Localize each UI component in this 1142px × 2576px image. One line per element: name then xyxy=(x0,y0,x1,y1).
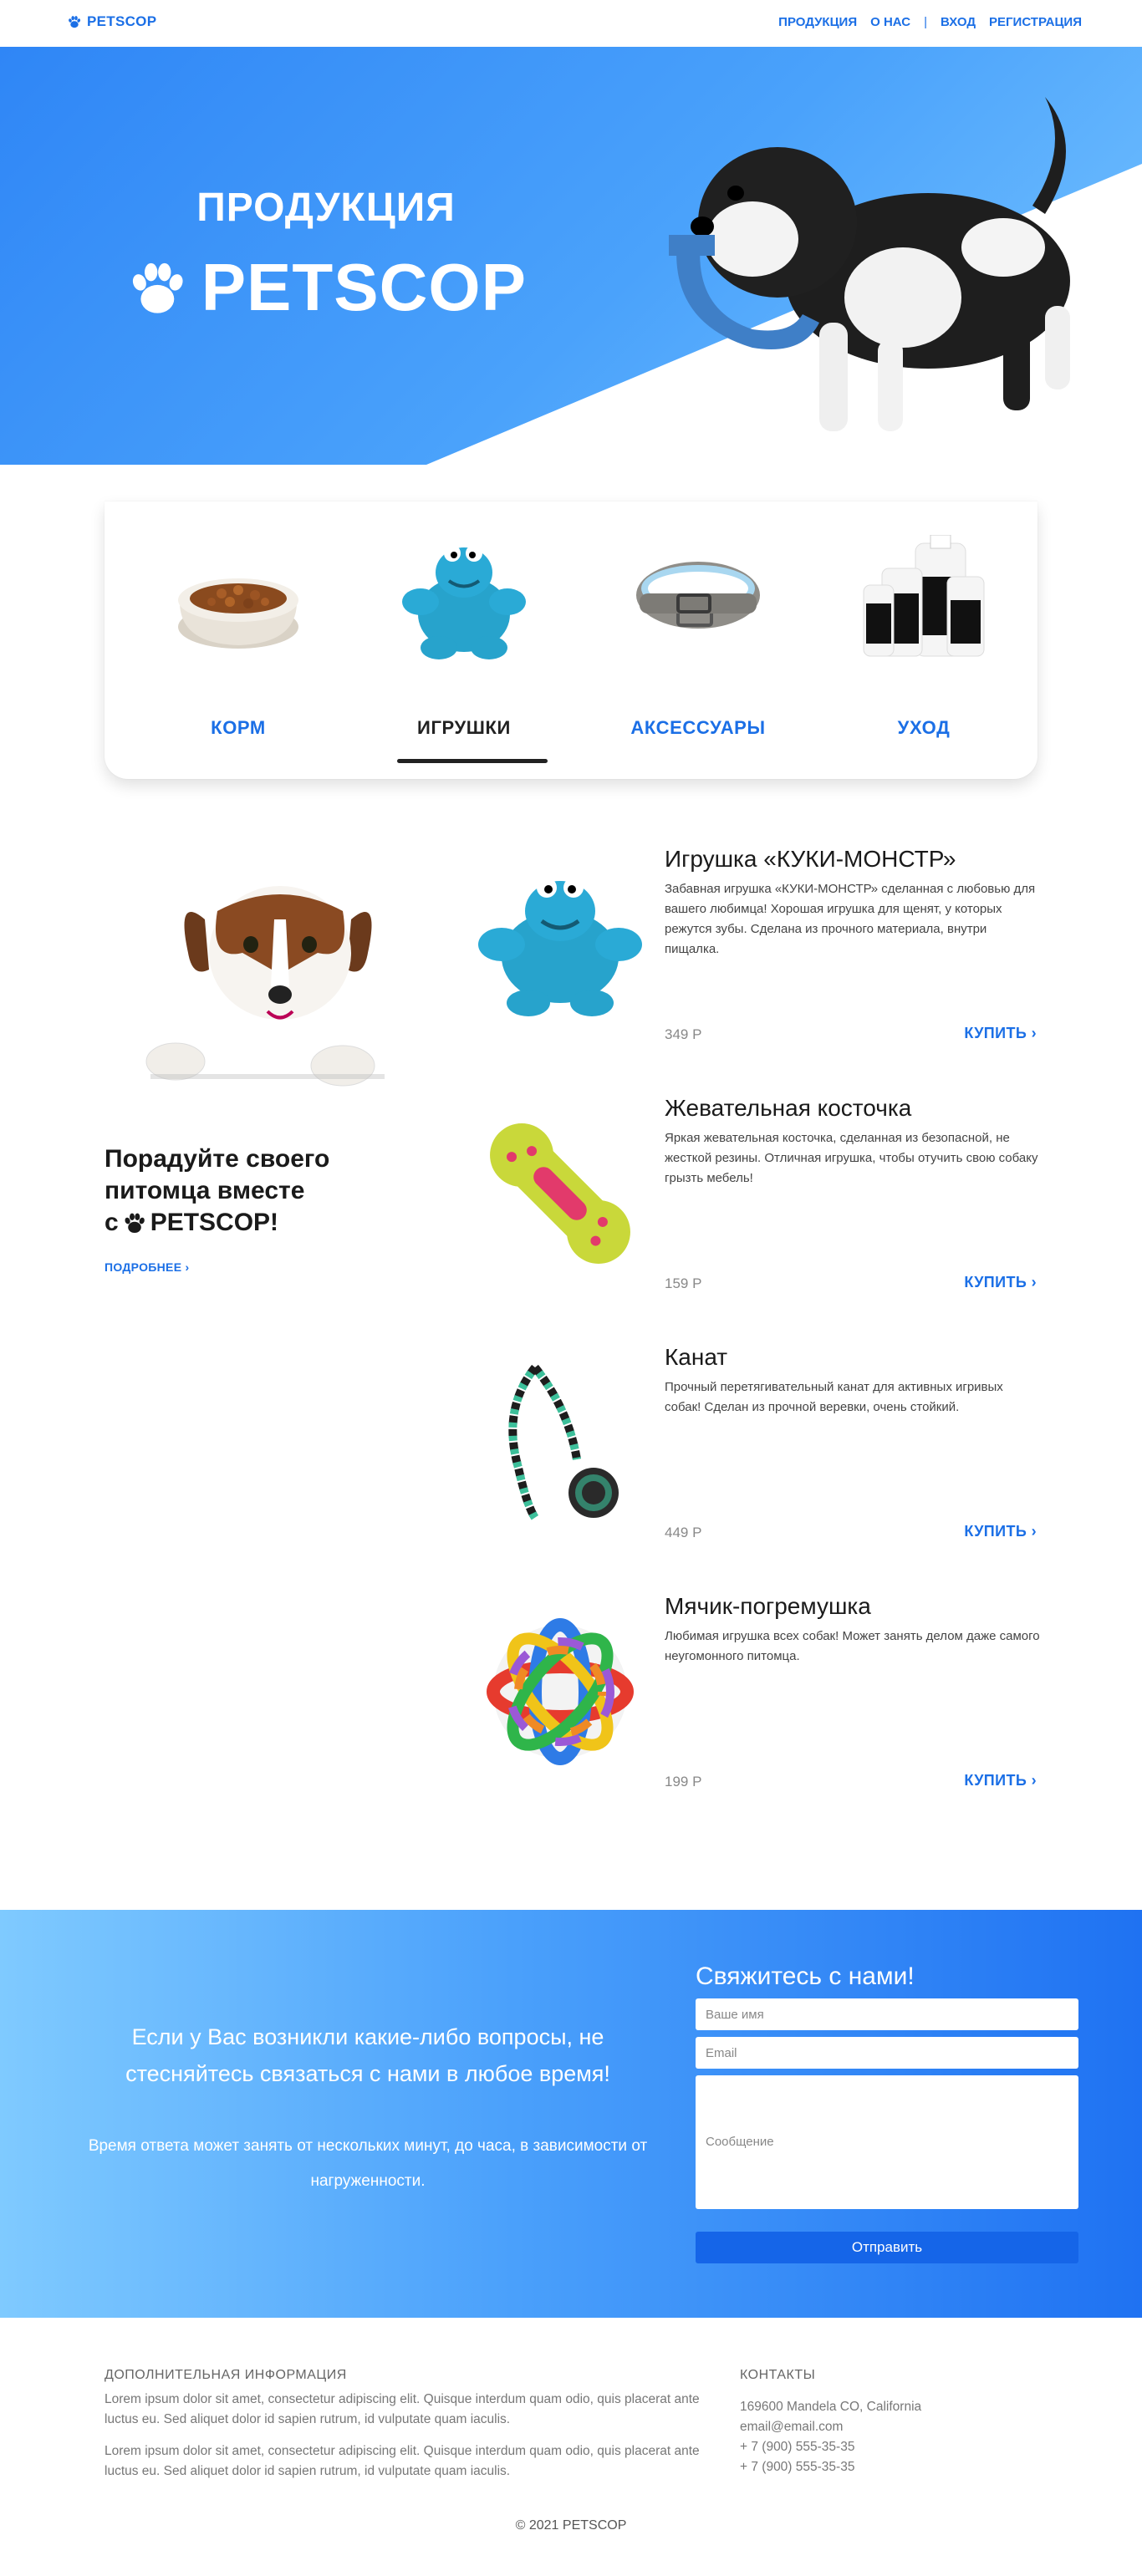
category-care[interactable]: УХОД xyxy=(832,535,1016,738)
shampoo-bottles-image xyxy=(863,535,985,657)
cookie-monster-toy-image xyxy=(402,545,526,659)
product-description: Прочный перетягивательный канат для акти… xyxy=(665,1380,1003,1414)
buy-button[interactable]: КУПИТЬ › xyxy=(964,1523,1037,1540)
rope-toy-image xyxy=(508,1364,619,1520)
product-price: 159 Р xyxy=(665,1275,702,1291)
category-toys[interactable]: ИГРУШКИ xyxy=(372,535,556,763)
send-button[interactable]: Отправить xyxy=(696,2232,1078,2263)
navbar: PETSCOP ПРОДУКЦИЯ О НАС | ВХОД РЕГИСТРАЦ… xyxy=(0,0,1142,47)
product-card: Игрушка «КУКИ-МОНСТР» Забавная игрушка «… xyxy=(477,844,1045,1053)
promo-title-brand: PETSCOP! xyxy=(150,1209,279,1236)
promo-title-prefix: с xyxy=(105,1209,119,1236)
contact-phone[interactable]: + 7 (900) 555-35-35 xyxy=(740,2457,921,2477)
promo-title-line3: с PETSCOP! xyxy=(105,1207,278,1239)
product-description: Забавная игрушка «КУКИ-МОНСТР» сделанная… xyxy=(665,882,1036,956)
active-category-underline xyxy=(397,759,548,763)
category-label: ИГРУШКИ xyxy=(417,717,511,738)
nav-link-login[interactable]: ВХОД xyxy=(941,15,976,29)
nav-link-about[interactable]: О НАС xyxy=(870,15,910,29)
info-paragraph: Lorem ipsum dolor sit amet, consectetur … xyxy=(105,2444,700,2478)
product-description: Любимая игрушка всех собак! Может занять… xyxy=(665,1629,1040,1663)
contact-section: Если у Вас возникли какие-либо вопросы, … xyxy=(0,1910,1142,2318)
contact-address: 169600 Mandela CO, California xyxy=(740,2400,922,2414)
logo-text: PETSCOP xyxy=(87,13,157,29)
dog-collar-image xyxy=(636,562,760,629)
hero-banner: ПРОДУКЦИЯ PETSCOP xyxy=(0,47,1142,465)
paw-icon xyxy=(122,1210,147,1235)
category-label: УХОД xyxy=(897,717,951,738)
email-field[interactable] xyxy=(696,2037,1078,2069)
promo-title-line2: питомца вместе xyxy=(105,1177,305,1204)
contacts-list: 169600 Mandela CO, California email@emai… xyxy=(740,2397,921,2477)
copyright: © 2021 PETSCOP xyxy=(515,2518,627,2533)
product-card: Мячик-погремушка Любимая игрушка всех со… xyxy=(477,1591,1045,1800)
product-price: 449 Р xyxy=(665,1525,702,1540)
contacts-heading: КОНТАКТЫ xyxy=(740,2368,816,2382)
product-price: 199 Р xyxy=(665,1774,702,1789)
product-card: Жевательная косточка Яркая жевательная к… xyxy=(477,1093,1045,1302)
product-price: 349 Р xyxy=(665,1026,702,1042)
cookie-monster-toy-image xyxy=(478,878,642,1016)
nav-menu: ПРОДУКЦИЯ О НАС | ВХОД РЕГИСТРАЦИЯ xyxy=(778,15,1082,29)
buy-button[interactable]: КУПИТЬ › xyxy=(964,1772,1037,1789)
product-description: Яркая жевательная косточка, сделанная из… xyxy=(665,1131,1038,1185)
hero-title-line2: PETSCOP xyxy=(125,249,527,326)
chew-bone-toy-image xyxy=(490,1123,630,1264)
message-field[interactable] xyxy=(696,2075,1078,2209)
contact-message: Если у Вас возникли какие-либо вопросы, … xyxy=(125,2024,610,2086)
dog-with-toy-image xyxy=(669,97,1070,431)
paw-icon xyxy=(125,249,190,326)
product-name: Канат xyxy=(665,1344,728,1370)
jack-russell-dog-image xyxy=(145,886,385,1095)
hero-title-line1: ПРОДУКЦИЯ xyxy=(196,186,456,230)
category-label: АКСЕССУАРЫ xyxy=(630,717,766,738)
buy-button[interactable]: КУПИТЬ › xyxy=(964,1274,1037,1291)
category-label: КОРМ xyxy=(211,717,266,738)
nav-link-products[interactable]: ПРОДУКЦИЯ xyxy=(778,15,857,29)
more-link[interactable]: ПОДРОБНЕЕ › xyxy=(105,1260,190,1274)
nav-separator: | xyxy=(924,15,927,29)
product-name: Жевательная косточка xyxy=(665,1095,912,1121)
product-card: Канат Прочный перетягивательный канат дл… xyxy=(477,1342,1045,1551)
info-paragraph: Lorem ipsum dolor sit amet, consectetur … xyxy=(105,2392,700,2426)
food-bowl-image xyxy=(178,578,298,649)
hero-brand: PETSCOP xyxy=(201,250,527,324)
paw-icon xyxy=(67,14,82,29)
contact-email[interactable]: email@email.com xyxy=(740,2417,921,2437)
product-name: Мячик-погремушка xyxy=(665,1593,871,1619)
promo-title-line1: Порадуйте своего xyxy=(105,1145,330,1173)
category-food[interactable]: КОРМ xyxy=(146,535,330,738)
category-card: КОРМ ИГРУШКИ АКСЕССУАРЫ УХОД xyxy=(105,501,1037,779)
logo[interactable]: PETSCOP xyxy=(67,13,156,30)
response-time-note: Время ответа может занять от нескольких … xyxy=(88,2137,648,2190)
name-field[interactable] xyxy=(696,1998,1078,2030)
contact-form-title: Свяжитесь с нами! xyxy=(696,1963,915,1990)
hero-title: ПРОДУКЦИЯ PETSCOP xyxy=(125,185,527,326)
nav-link-register[interactable]: РЕГИСТРАЦИЯ xyxy=(989,15,1082,29)
info-heading: ДОПОЛНИТЕЛЬНАЯ ИНФОРМАЦИЯ xyxy=(105,2368,347,2382)
promo-title: Порадуйте своего питомца вместе с PETSCO… xyxy=(105,1143,405,1239)
contact-phone[interactable]: + 7 (900) 555-35-35 xyxy=(740,2437,921,2457)
buy-button[interactable]: КУПИТЬ › xyxy=(964,1025,1037,1042)
rattle-ball-toy-image xyxy=(487,1618,634,1765)
product-name: Игрушка «КУКИ-МОНСТР» xyxy=(665,846,956,872)
footer: ДОПОЛНИТЕЛЬНАЯ ИНФОРМАЦИЯ Lorem ipsum do… xyxy=(0,2318,1142,2576)
category-accessories[interactable]: АКСЕССУАРЫ xyxy=(606,535,790,738)
